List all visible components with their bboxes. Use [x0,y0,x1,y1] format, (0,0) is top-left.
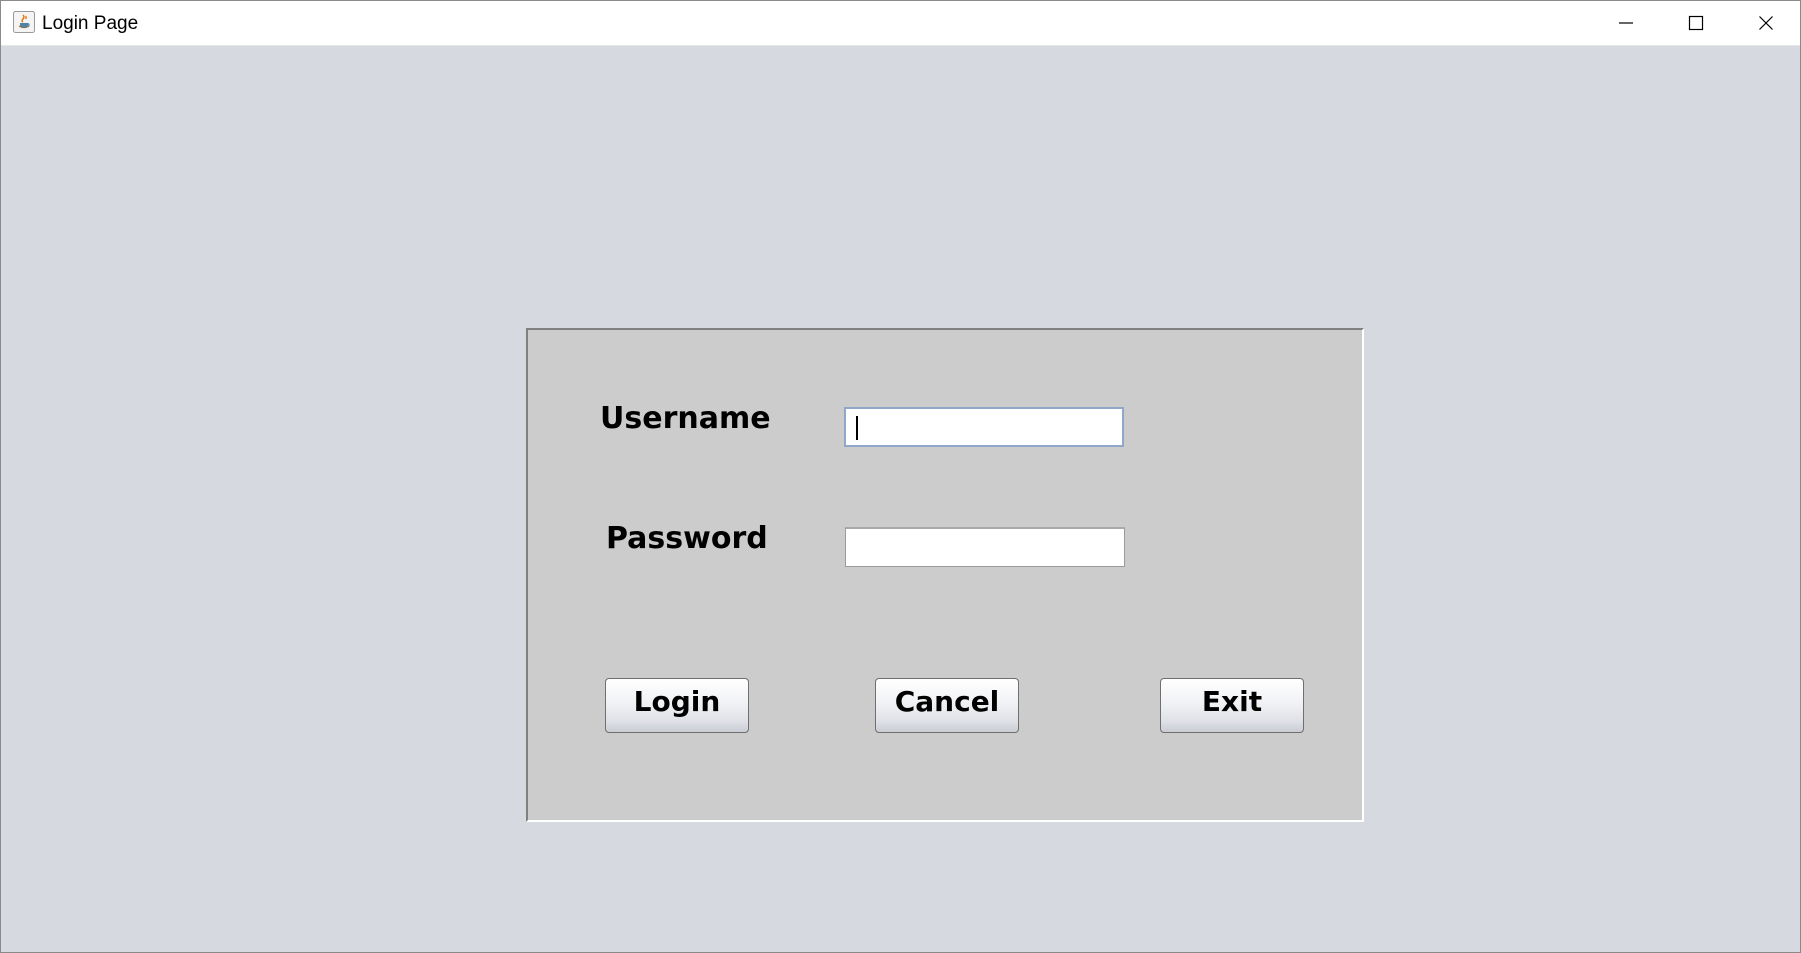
maximize-button[interactable] [1661,1,1731,45]
cancel-button[interactable]: Cancel [875,678,1019,733]
login-window: Login Page Username Password Login Cance… [0,0,1801,953]
maximize-icon [1688,15,1704,31]
login-panel: Username Password Login Cancel Exit [526,328,1364,822]
minimize-icon [1619,22,1633,24]
minimize-button[interactable] [1591,1,1661,45]
title-bar[interactable]: Login Page [1,1,1800,46]
close-icon [1759,16,1773,30]
window-title: Login Page [42,13,139,34]
username-input[interactable] [844,407,1124,447]
java-icon[interactable] [13,11,35,33]
exit-button[interactable]: Exit [1160,678,1304,733]
text-caret [856,416,858,440]
password-label: Password [606,521,768,556]
close-button[interactable] [1731,1,1801,45]
username-label: Username [600,401,771,436]
login-button[interactable]: Login [605,678,749,733]
password-input[interactable] [845,527,1125,567]
